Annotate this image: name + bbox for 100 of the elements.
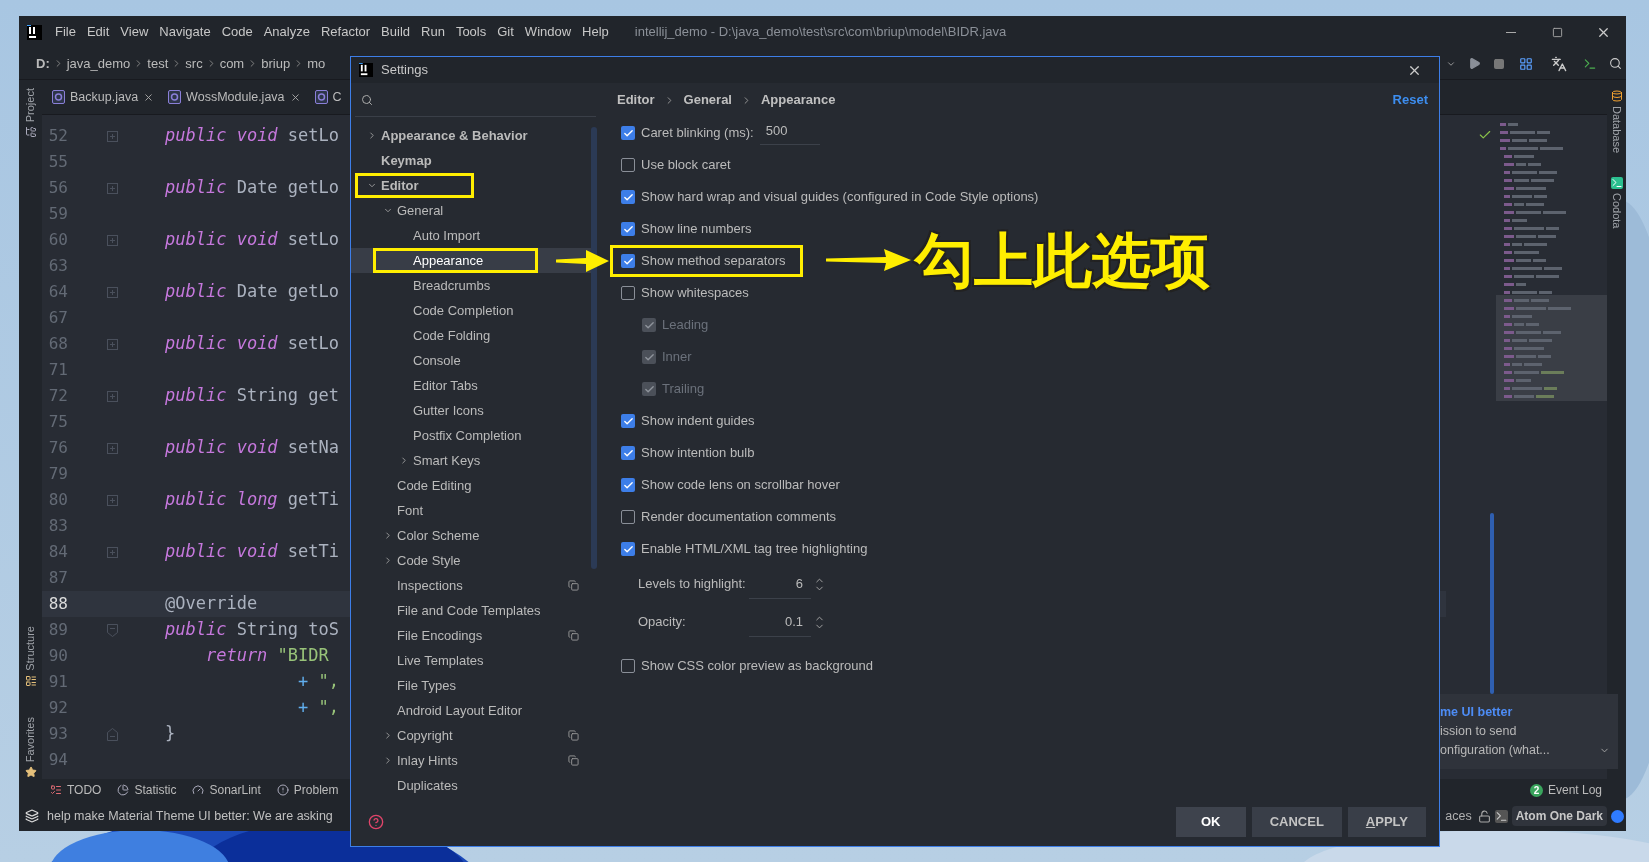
menu-item[interactable]: Build — [381, 22, 410, 42]
code-line: @Override — [165, 592, 258, 616]
tree-item[interactable]: Editor — [351, 173, 591, 198]
line-number: 63 — [47, 255, 68, 277]
tree-item[interactable]: Keymap — [351, 148, 591, 173]
editor-tab[interactable]: C — [304, 80, 346, 114]
tool-window-tab[interactable]: Codota — [1608, 193, 1625, 229]
dialog-button[interactable]: OK — [1175, 807, 1246, 837]
checkbox-label[interactable]: Use block caret — [641, 155, 731, 175]
value-field[interactable]: 500 — [759, 121, 820, 145]
tree-item[interactable]: Appearance & Behavior — [351, 123, 591, 148]
tool-window-button[interactable]: TODO — [50, 781, 102, 799]
editor-tab[interactable]: WossModule.java — [158, 80, 305, 114]
status-message[interactable]: help make Material Theme UI better: We are asking — [47, 806, 333, 826]
line-number: 90 — [47, 645, 68, 667]
checkbox-label[interactable]: Show indent guides — [641, 411, 755, 431]
tree-item[interactable]: Duplicates — [351, 773, 591, 798]
editor-tab[interactable]: Backup.java — [42, 80, 159, 114]
tree-item[interactable]: Editor Tabs — [351, 373, 591, 398]
count-badge: 2 — [1529, 783, 1543, 797]
breadcrumb-item[interactable]: test — [147, 53, 169, 74]
tool-window-tab[interactable]: Favorites — [22, 716, 39, 763]
indent-status[interactable]: aces — [1445, 806, 1472, 826]
tree-item[interactable]: Android Layout Editor — [351, 698, 591, 723]
line-number: 83 — [47, 515, 68, 537]
code-line: public String get — [165, 384, 339, 408]
tree-item[interactable]: Inlay Hints — [351, 748, 591, 773]
tree-item[interactable]: Code Completion — [351, 298, 591, 323]
menu-item[interactable]: Navigate — [159, 22, 211, 42]
line-number: 92 — [47, 697, 68, 719]
checkbox-label[interactable]: Enable HTML/XML tag tree highlighting — [641, 539, 868, 559]
menu-item[interactable]: Window — [524, 22, 572, 42]
tree-item[interactable]: Breadcrumbs — [351, 273, 591, 298]
breadcrumb-item[interactable]: D: — [36, 53, 50, 74]
event-log-button[interactable]: 2 Event Log — [1529, 781, 1602, 799]
dialog-button[interactable]: APPLY — [1347, 807, 1426, 837]
checkbox-label[interactable]: Show line numbers — [641, 219, 752, 239]
tree-item[interactable]: Code Folding — [351, 323, 591, 348]
checkbox-label[interactable]: Show code lens on scrollbar hover — [641, 475, 840, 495]
tree-item[interactable]: Appearance — [351, 248, 591, 273]
menu-item[interactable]: Git — [497, 22, 514, 42]
tree-item[interactable]: General — [351, 198, 591, 223]
tree-item[interactable]: Gutter Icons — [351, 398, 591, 423]
code-line: return "BIDR — [204, 644, 329, 668]
breadcrumb-item[interactable]: java_demo — [66, 53, 131, 74]
menu-item[interactable]: Analyze — [263, 22, 310, 42]
tool-window-tab[interactable]: Structure — [22, 626, 39, 671]
breadcrumb-item: General — [683, 91, 732, 110]
breadcrumb-item: Editor — [617, 91, 655, 110]
line-number: 94 — [47, 749, 68, 771]
checkbox-label[interactable]: Show CSS color preview as background — [641, 656, 873, 676]
number-field[interactable]: 6 — [749, 569, 811, 599]
menu-item[interactable]: Code — [221, 22, 253, 42]
breadcrumb-item[interactable]: briup — [261, 53, 291, 74]
tool-window-button[interactable]: SonarLint — [192, 781, 261, 799]
checkbox-label[interactable]: Show whitespaces — [641, 283, 749, 303]
line-number: 71 — [47, 359, 68, 381]
code-line: public void setLo — [165, 228, 340, 252]
tree-item[interactable]: File and Code Templates — [351, 598, 591, 623]
checkbox-label[interactable]: Show hard wrap and visual guides (configured in Code Style options) — [641, 187, 1039, 207]
tree-item[interactable]: Auto Import — [351, 223, 591, 248]
tool-window-tab[interactable]: Project — [22, 88, 39, 123]
line-number: 89 — [47, 619, 68, 641]
breadcrumb-item[interactable]: mo — [307, 53, 326, 74]
theme-badge[interactable]: Atom One Dark — [1511, 806, 1607, 826]
menu-item[interactable]: Run — [421, 22, 445, 42]
breadcrumb-item[interactable]: com — [219, 53, 245, 74]
number-field[interactable]: 0.1 — [749, 607, 811, 637]
tool-window-button[interactable]: Problem — [276, 781, 339, 799]
checkbox-label[interactable]: Show intention bulb — [641, 443, 755, 463]
tree-item[interactable]: File Types — [351, 673, 591, 698]
menu-item[interactable]: File — [55, 22, 76, 42]
tree-item[interactable]: Console — [351, 348, 591, 373]
line-number: 87 — [47, 567, 68, 589]
breadcrumb-item[interactable]: src — [185, 53, 203, 74]
reset-link[interactable]: Reset — [1392, 90, 1428, 110]
menu-item[interactable]: View — [120, 22, 149, 42]
tree-item[interactable]: Font — [351, 498, 591, 523]
tree-item[interactable]: File Encodings — [351, 623, 591, 648]
tool-window-tab[interactable]: Database — [1608, 106, 1625, 154]
menu-item[interactable]: Help — [582, 22, 609, 42]
menu-item[interactable]: Refactor — [320, 22, 371, 42]
tree-item[interactable]: Live Templates — [351, 648, 591, 673]
checkbox-label[interactable]: Render documentation comments — [641, 507, 837, 527]
notification-popup[interactable]: me UI better ission to send onfiguration (what... — [1440, 694, 1618, 769]
tree-item[interactable]: Copyright — [351, 723, 591, 748]
tree-item[interactable]: Inspections — [351, 573, 591, 598]
tool-window-button[interactable]: Statistic — [117, 781, 177, 799]
dialog-button[interactable]: CANCEL — [1251, 807, 1342, 837]
menu-item[interactable]: Tools — [455, 22, 487, 42]
tree-item[interactable]: Smart Keys — [351, 448, 591, 473]
tree-item[interactable]: Code Editing — [351, 473, 591, 498]
line-number: 93 — [47, 723, 68, 745]
menu-item[interactable]: Edit — [86, 22, 110, 42]
tree-item[interactable]: Color Scheme — [351, 523, 591, 548]
tree-item[interactable]: Postfix Completion — [351, 423, 591, 448]
tree-item[interactable]: Code Style — [351, 548, 591, 573]
checkbox-label[interactable]: Show method separators — [641, 251, 786, 271]
checkbox-label[interactable]: Caret blinking (ms): — [641, 123, 754, 143]
window-title: intellij_demo - D:\java_demo\test\src\com\briup\model\BIDR.java — [634, 23, 1007, 42]
